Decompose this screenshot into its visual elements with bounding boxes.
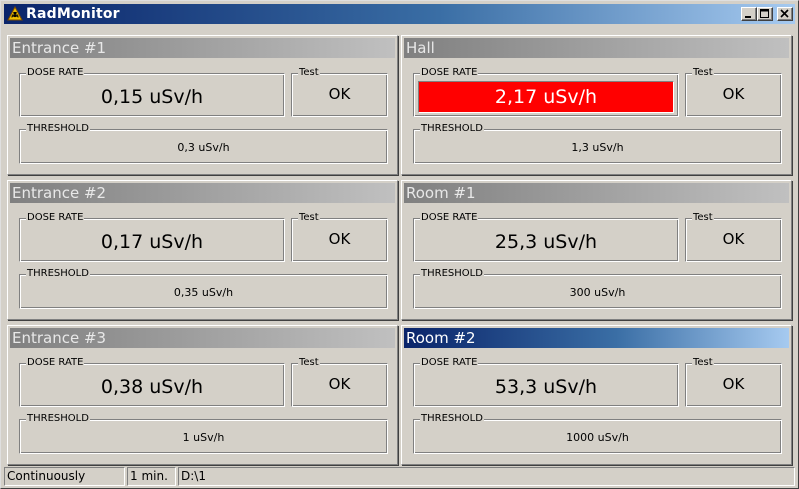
status-mode: Continuously [4, 467, 125, 486]
radmonitor-window: RadMonitor Entrance #1 DOSE RATE 0,15 uS… [0, 0, 799, 489]
dose-rate-label: DOSE RATE [420, 357, 479, 369]
dose-rate-group: DOSE RATE 0,38 uSv/h [19, 357, 285, 407]
panel-title: Hall [404, 38, 789, 58]
dose-rate-label: DOSE RATE [420, 67, 479, 79]
panel-title: Entrance #3 [10, 328, 395, 348]
threshold-group: THRESHOLD 1 uSv/h [19, 413, 388, 454]
threshold-group: THRESHOLD 300 uSv/h [413, 268, 782, 309]
dose-rate-value: 25,3 uSv/h [494, 231, 598, 253]
monitor-panel-room-1[interactable]: Room #1 DOSE RATE 25,3 uSv/h Test OK THR… [401, 180, 792, 320]
dose-rate-label: DOSE RATE [26, 357, 85, 369]
monitor-panel-entrance-3[interactable]: Entrance #3 DOSE RATE 0,38 uSv/h Test OK… [7, 325, 398, 465]
test-label: Test [298, 357, 320, 369]
test-status: OK [722, 230, 745, 248]
dose-rate-value: 2,17 uSv/h [418, 81, 674, 113]
monitor-panel-room-2[interactable]: Room #2 DOSE RATE 53,3 uSv/h Test OK THR… [401, 325, 792, 465]
maximize-button[interactable] [757, 7, 773, 21]
threshold-label: THRESHOLD [26, 123, 90, 135]
threshold-group: THRESHOLD 1,3 uSv/h [413, 123, 782, 164]
threshold-value: 0,3 uSv/h [177, 141, 230, 154]
dose-rate-group: DOSE RATE 25,3 uSv/h [413, 212, 679, 262]
dose-rate-value: 0,38 uSv/h [100, 376, 204, 398]
test-label: Test [692, 67, 714, 79]
status-path: D:\1 [178, 467, 795, 486]
test-group[interactable]: Test OK [291, 212, 388, 262]
test-group[interactable]: Test OK [685, 67, 782, 117]
threshold-value: 300 uSv/h [569, 286, 626, 299]
minimize-button[interactable] [741, 7, 757, 21]
panel-title: Entrance #2 [10, 183, 395, 203]
dose-rate-label: DOSE RATE [26, 212, 85, 224]
test-status: OK [722, 85, 745, 103]
dose-rate-value: 53,3 uSv/h [494, 376, 598, 398]
test-status: OK [722, 375, 745, 393]
test-status: OK [328, 230, 351, 248]
dose-rate-value: 0,17 uSv/h [100, 231, 204, 253]
test-group[interactable]: Test OK [685, 212, 782, 262]
monitor-panel-entrance-2[interactable]: Entrance #2 DOSE RATE 0,17 uSv/h Test OK… [7, 180, 398, 320]
threshold-value: 1000 uSv/h [566, 431, 629, 444]
close-icon [780, 9, 789, 18]
dose-rate-label: DOSE RATE [420, 212, 479, 224]
test-label: Test [298, 67, 320, 79]
panel-title: Room #2 [404, 328, 789, 348]
test-group[interactable]: Test OK [291, 67, 388, 117]
dose-rate-group: DOSE RATE 0,15 uSv/h [19, 67, 285, 117]
monitor-panel-hall[interactable]: Hall DOSE RATE 2,17 uSv/h Test OK THRESH… [401, 35, 792, 175]
dose-rate-value: 0,15 uSv/h [100, 86, 204, 108]
dose-rate-group: DOSE RATE 53,3 uSv/h [413, 357, 679, 407]
test-label: Test [692, 357, 714, 369]
test-label: Test [298, 212, 320, 224]
threshold-value: 1 uSv/h [182, 431, 225, 444]
dose-rate-group: DOSE RATE 0,17 uSv/h [19, 212, 285, 262]
status-bar: Continuously 1 min. D:\1 [4, 467, 795, 486]
close-button[interactable] [777, 7, 793, 21]
threshold-label: THRESHOLD [26, 413, 90, 425]
panel-title: Room #1 [404, 183, 789, 203]
threshold-label: THRESHOLD [420, 413, 484, 425]
dose-rate-group: DOSE RATE 2,17 uSv/h [413, 67, 679, 117]
threshold-label: THRESHOLD [420, 123, 484, 135]
threshold-label: THRESHOLD [26, 268, 90, 280]
threshold-group: THRESHOLD 0,35 uSv/h [19, 268, 388, 309]
test-group[interactable]: Test OK [291, 357, 388, 407]
threshold-group: THRESHOLD 1000 uSv/h [413, 413, 782, 454]
threshold-label: THRESHOLD [420, 268, 484, 280]
maximize-icon [760, 9, 769, 18]
monitor-panel-entrance-1[interactable]: Entrance #1 DOSE RATE 0,15 uSv/h Test OK… [7, 35, 398, 175]
minimize-icon [745, 16, 751, 18]
threshold-value: 1,3 uSv/h [571, 141, 624, 154]
test-status: OK [328, 85, 351, 103]
test-group[interactable]: Test OK [685, 357, 782, 407]
test-status: OK [328, 375, 351, 393]
radiation-warning-icon [7, 6, 23, 21]
title-bar[interactable]: RadMonitor [4, 4, 795, 24]
window-title: RadMonitor [26, 6, 120, 22]
status-interval: 1 min. [127, 467, 176, 486]
panel-title: Entrance #1 [10, 38, 395, 58]
threshold-group: THRESHOLD 0,3 uSv/h [19, 123, 388, 164]
threshold-value: 0,35 uSv/h [173, 286, 234, 299]
test-label: Test [692, 212, 714, 224]
dose-rate-label: DOSE RATE [26, 67, 85, 79]
